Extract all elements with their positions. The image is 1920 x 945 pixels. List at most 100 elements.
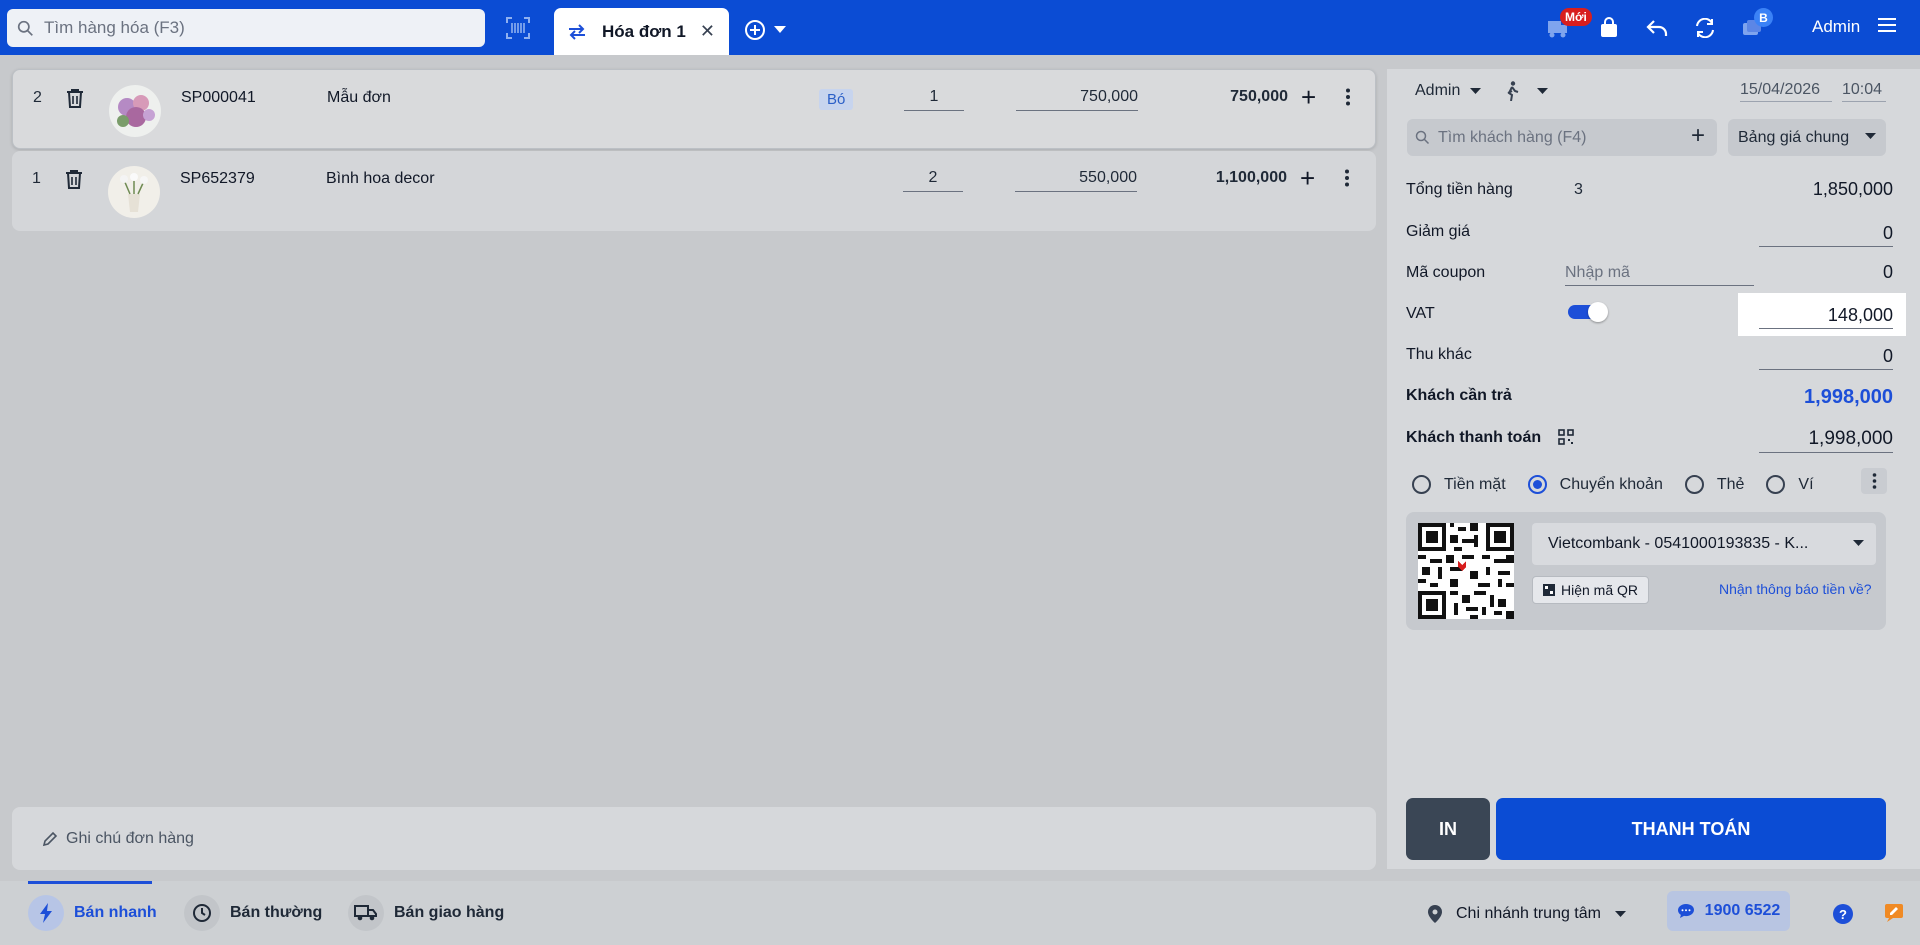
price-input[interactable]: 550,000	[1015, 169, 1137, 192]
active-mode-indicator	[28, 881, 152, 884]
payment-notification-link[interactable]: Nhận thông báo tiền về?	[1719, 581, 1872, 597]
sale-channel-select[interactable]	[1505, 81, 1548, 101]
discount-label: Giảm giá	[1406, 223, 1471, 240]
quantity-input[interactable]: 1	[904, 88, 964, 111]
close-icon[interactable]: ✕	[700, 22, 715, 40]
product-search-input[interactable]: Tìm hàng hóa (F3)	[7, 9, 485, 47]
lightning-icon	[28, 895, 64, 931]
vat-label: VAT	[1406, 305, 1435, 322]
customer-search-placeholder: Tìm khách hàng (F4)	[1438, 128, 1587, 146]
more-vertical-icon[interactable]	[1345, 88, 1351, 111]
mode-quick-sale[interactable]: Bán nhanh	[28, 895, 157, 931]
unit-tag[interactable]: Bó	[819, 89, 854, 110]
quantity-input[interactable]: 2	[903, 169, 963, 192]
notification-badge: B	[1754, 8, 1773, 27]
qr-icon	[1543, 584, 1555, 596]
coupon-input[interactable]: Nhập mã	[1565, 264, 1754, 286]
bag-icon[interactable]	[1595, 14, 1623, 42]
mode-normal-sale[interactable]: Bán thường	[184, 895, 322, 931]
bottom-bar: Bán nhanh Bán thường Bán giao hàng Chi n…	[0, 881, 1920, 945]
row-index: 1	[32, 170, 41, 187]
other-fees-input[interactable]: 0	[1759, 346, 1893, 370]
payment-card[interactable]: Thẻ	[1684, 475, 1745, 494]
caret-down-icon	[1614, 910, 1626, 917]
refresh-icon[interactable]	[1691, 14, 1719, 42]
mode-delivery-sale-label: Bán giao hàng	[394, 904, 505, 921]
menu-icon[interactable]	[1878, 17, 1896, 38]
checkout-button[interactable]: THANH TOÁN	[1496, 798, 1886, 860]
line-total: 750,000	[1230, 88, 1288, 105]
branch-select[interactable]: Chi nhánh trung tâm	[1428, 905, 1626, 923]
hotline-button[interactable]: 1900 6522	[1667, 891, 1790, 931]
order-note-input[interactable]: Ghi chú đơn hàng	[12, 807, 1376, 870]
amount-due-value: 1,998,000	[1804, 386, 1893, 408]
more-payment-icon[interactable]	[1861, 468, 1887, 494]
feedback-icon[interactable]	[1884, 903, 1904, 928]
print-button[interactable]: IN	[1406, 798, 1490, 860]
return-icon[interactable]	[1643, 14, 1671, 42]
help-icon[interactable]: ?	[1833, 904, 1853, 924]
chat-icon	[1677, 904, 1694, 918]
location-pin-icon	[1428, 905, 1442, 923]
payment-cash[interactable]: Tiền mặt	[1412, 475, 1506, 494]
qr-code-icon	[1418, 523, 1514, 619]
product-code: SP000041	[181, 89, 256, 106]
barcode-icon[interactable]	[503, 13, 533, 43]
order-note-placeholder: Ghi chú đơn hàng	[66, 829, 194, 847]
hotline-number: 1900 6522	[1704, 902, 1781, 919]
add-icon[interactable]: +	[1300, 165, 1315, 191]
pencil-icon	[42, 831, 58, 846]
payment-wallet-label: Ví	[1798, 475, 1814, 493]
bank-account-select[interactable]: Vietcombank - 0541000193835 - K...	[1532, 523, 1876, 565]
vat-input[interactable]: 148,000	[1759, 305, 1893, 329]
qr-scan-icon[interactable]	[1558, 429, 1574, 450]
payment-transfer-label: Chuyển khoản	[1559, 475, 1663, 493]
branch-label: Chi nhánh trung tâm	[1456, 905, 1601, 922]
product-thumbnail	[108, 166, 160, 218]
customer-search-input[interactable]: Tìm khách hàng (F4) +	[1407, 119, 1717, 156]
payment-method-group: Tiền mặt Chuyển khoản Thẻ Ví	[1412, 475, 1836, 494]
amount-due-label: Khách cần trả	[1406, 387, 1512, 404]
trash-icon[interactable]	[65, 169, 83, 194]
price-input[interactable]: 750,000	[1016, 88, 1138, 111]
add-customer-icon[interactable]: +	[1691, 124, 1705, 148]
payment-transfer[interactable]: Chuyển khoản	[1527, 475, 1663, 494]
mode-delivery-sale[interactable]: Bán giao hàng	[348, 895, 504, 931]
product-thumbnail	[109, 85, 161, 137]
discount-input[interactable]: 0	[1759, 223, 1893, 247]
product-name[interactable]: Bình hoa decor	[326, 170, 435, 188]
invoice-date[interactable]: 15/04/2026	[1740, 81, 1832, 102]
other-fees-label: Thu khác	[1406, 346, 1472, 363]
coupon-value: 0	[1882, 262, 1893, 282]
product-name[interactable]: Mẫu đơn	[327, 89, 391, 107]
more-vertical-icon[interactable]	[1344, 169, 1350, 192]
search-icon	[1415, 130, 1430, 145]
price-book-select[interactable]: Bảng giá chung	[1728, 119, 1886, 156]
customer-paid-input[interactable]: 1,998,000	[1759, 428, 1893, 453]
cart-row[interactable]: 1 SP652379 Bình hoa decor 2 550,000 1,10…	[12, 151, 1376, 231]
caret-down-icon	[1470, 87, 1482, 94]
coupon-label: Mã coupon	[1406, 264, 1486, 281]
seller-select[interactable]: Admin	[1415, 82, 1482, 100]
product-search-placeholder: Tìm hàng hóa (F3)	[44, 18, 185, 37]
payment-cash-label: Tiền mặt	[1444, 475, 1506, 493]
caret-down-icon	[1537, 87, 1548, 94]
payment-wallet[interactable]: Ví	[1766, 475, 1814, 494]
caret-down-icon	[1865, 133, 1876, 139]
checkout-panel: Admin 15/04/2026 10:04 Tìm khách hàng (F…	[1387, 69, 1920, 869]
add-tab-button[interactable]	[744, 19, 786, 41]
vat-toggle[interactable]	[1568, 302, 1608, 322]
add-icon[interactable]: +	[1301, 84, 1316, 110]
mode-quick-sale-label: Bán nhanh	[74, 904, 157, 921]
customer-paid-label: Khách thanh toán	[1406, 429, 1542, 446]
seller-name: Admin	[1415, 82, 1461, 99]
user-name[interactable]: Admin	[1812, 17, 1860, 37]
subtotal-count: 3	[1574, 181, 1583, 198]
payment-card-label: Thẻ	[1716, 475, 1745, 493]
show-qr-button[interactable]: Hiện mã QR	[1532, 576, 1650, 604]
bank-account-label: Vietcombank - 0541000193835 - K...	[1548, 535, 1809, 552]
trash-icon[interactable]	[66, 88, 84, 113]
tab-invoice-1[interactable]: Hóa đơn 1 ✕	[554, 8, 729, 55]
invoice-time[interactable]: 10:04	[1842, 81, 1886, 102]
cart-row[interactable]: 2 SP000041 Mẫu đơn Bó 1 750,000 750,000 …	[12, 69, 1376, 149]
